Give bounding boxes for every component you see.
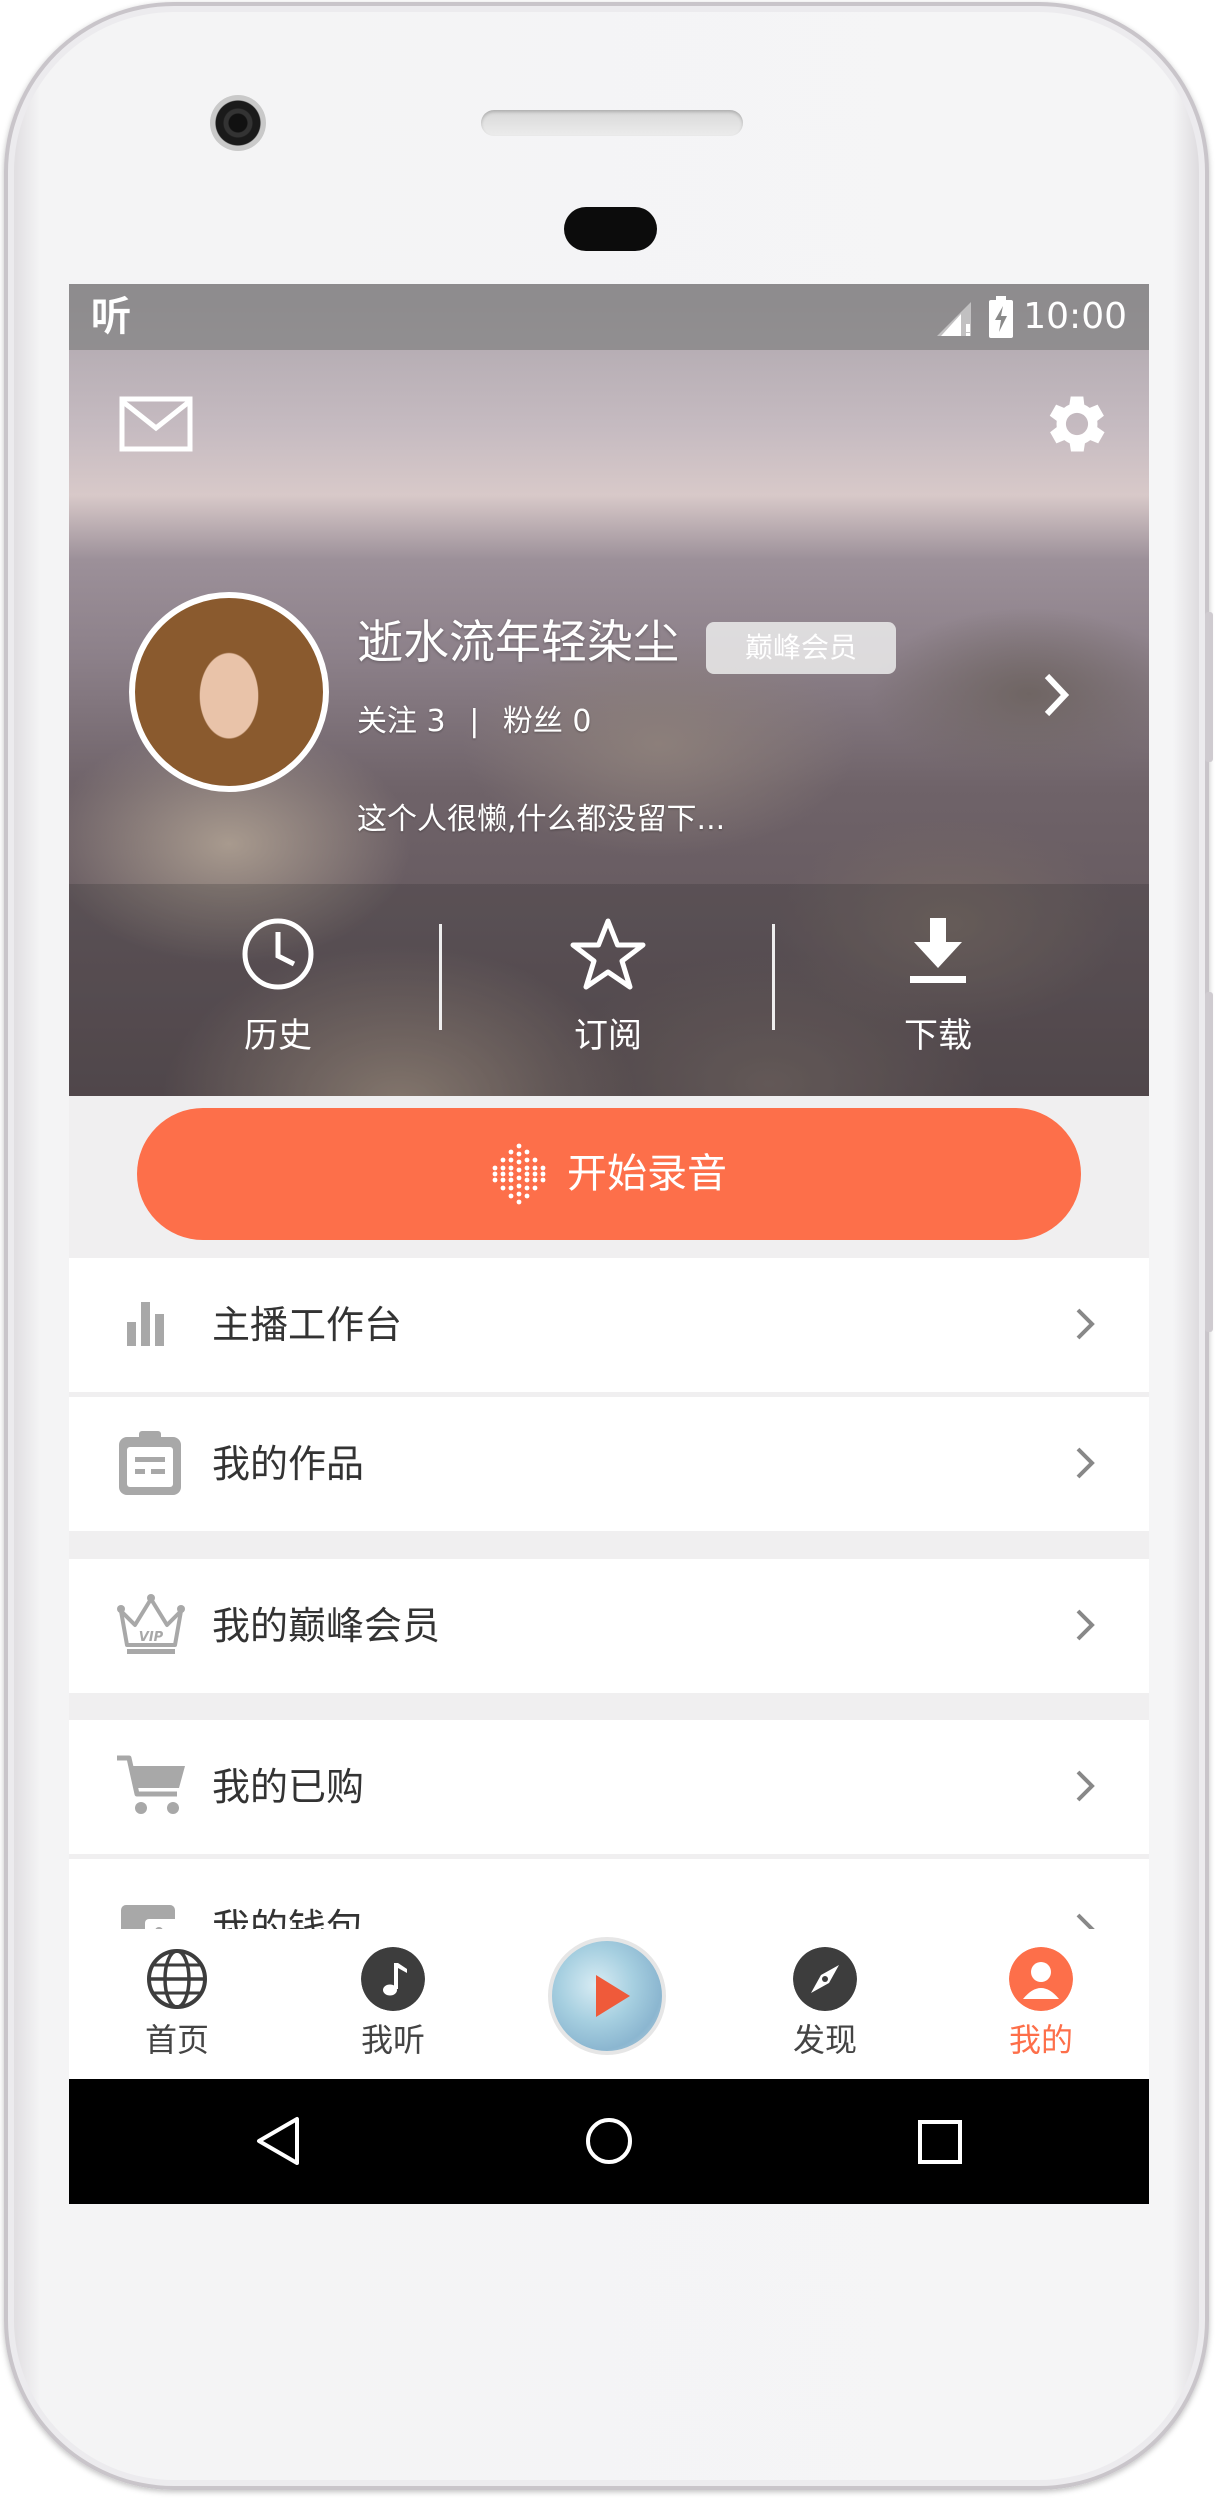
nav-tab-label: 我听 <box>360 2021 425 2059</box>
chevron-right-icon <box>1076 1609 1095 1641</box>
chevron-right-icon[interactable] <box>1039 670 1073 720</box>
home-icon[interactable] <box>583 2115 635 2167</box>
app-notification-glyph: 听 <box>91 294 131 340</box>
avatar[interactable] <box>129 592 329 792</box>
follow-label[interactable]: 关注 <box>357 704 417 739</box>
signal-icon <box>937 302 971 336</box>
recents-icon[interactable] <box>917 2119 963 2165</box>
system-navigation-bar <box>69 2079 1149 2204</box>
nav-tab-discover[interactable]: 发现 <box>717 1929 933 2079</box>
quick-action-download[interactable]: 下载 <box>775 884 1101 1096</box>
screen: 听 10:00 逝水流年轻染尘 巅峰会员 关注 3 | 粉丝 0 这个人很懒,什… <box>69 284 1149 2204</box>
profile-header: 听 10:00 逝水流年轻染尘 巅峰会员 关注 3 | 粉丝 0 这个人很懒,什… <box>69 284 1149 1096</box>
profile-bio: 这个人很懒,什么都没留下... <box>357 802 726 837</box>
quick-action-label: 历史 <box>244 1016 312 1056</box>
svg-text:VIP: VIP <box>139 1630 164 1645</box>
nav-tab-mine[interactable]: 我的 <box>933 1929 1149 2079</box>
earpiece-speaker <box>481 110 743 136</box>
front-camera <box>210 95 266 151</box>
quick-action-label: 下载 <box>904 1016 972 1056</box>
stats-separator: | <box>469 704 480 739</box>
globe-icon <box>147 1949 207 2009</box>
cart-icon <box>117 1755 185 1814</box>
compass-icon <box>793 1947 857 2011</box>
vip-badge: 巅峰会员 <box>706 622 896 674</box>
play-disc-icon <box>596 1975 630 2017</box>
gear-icon[interactable] <box>1039 386 1115 462</box>
download-icon <box>910 918 966 983</box>
quick-action-history[interactable]: 历史 <box>115 884 441 1096</box>
follow-stats: 关注 3 | 粉丝 0 <box>357 702 591 742</box>
clipboard-icon <box>119 1431 181 1495</box>
menu-item-label: 我的作品 <box>212 1442 365 1486</box>
power-button <box>1205 612 1213 762</box>
nav-tab-listen[interactable]: 我听 <box>285 1929 501 2079</box>
fans-count[interactable]: 0 <box>572 704 591 739</box>
clock-icon <box>242 918 314 990</box>
now-playing-button[interactable] <box>548 1937 666 2055</box>
clock-time: 10:00 <box>1023 296 1127 337</box>
menu-item-my-works[interactable]: 我的作品 <box>69 1397 1149 1531</box>
volume-button <box>1205 992 1213 1332</box>
menu-item-label: 我的巅峰会员 <box>212 1604 441 1648</box>
nav-tab-label: 首页 <box>144 2021 209 2059</box>
follow-count[interactable]: 3 <box>427 704 446 739</box>
menu-item-label: 我的已购 <box>212 1765 365 1809</box>
proximity-sensor <box>564 207 657 251</box>
quick-action-label: 订阅 <box>574 1016 642 1056</box>
menu-item-anchor-workbench[interactable]: 主播工作台 <box>69 1258 1149 1392</box>
bottom-navigation: 首页 我听 发现 我的 <box>69 1929 1149 2079</box>
fans-label[interactable]: 粉丝 <box>503 704 563 739</box>
quick-action-subscribe[interactable]: 订阅 <box>445 884 771 1096</box>
battery-charging-icon <box>989 296 1013 338</box>
nav-tab-label: 我的 <box>1008 2021 1073 2059</box>
status-bar: 听 10:00 <box>69 284 1149 350</box>
menu-item-purchased[interactable]: 我的已购 <box>69 1720 1149 1854</box>
nav-tab-label: 发现 <box>792 2021 857 2059</box>
menu-item-vip-membership[interactable]: VIP 我的巅峰会员 <box>69 1559 1149 1693</box>
start-recording-button[interactable]: 开始录音 <box>137 1108 1081 1240</box>
chevron-right-icon <box>1076 1770 1095 1802</box>
phone-frame: 听 10:00 逝水流年轻染尘 巅峰会员 关注 3 | 粉丝 0 这个人很懒,什… <box>4 2 1213 2490</box>
nav-tab-home[interactable]: 首页 <box>69 1929 285 2079</box>
music-note-icon <box>361 1947 425 2011</box>
back-icon[interactable] <box>255 2115 301 2167</box>
divider <box>439 924 442 1030</box>
quick-actions-bar: 历史 订阅 下载 <box>69 884 1149 1096</box>
bar-chart-icon <box>127 1302 164 1346</box>
menu-item-label: 主播工作台 <box>212 1303 403 1347</box>
chevron-right-icon <box>1076 1447 1095 1479</box>
user-icon <box>1009 1947 1073 2011</box>
mail-icon[interactable] <box>119 396 193 452</box>
chevron-right-icon <box>1076 1308 1095 1340</box>
waveform-dots-icon <box>492 1143 546 1205</box>
start-recording-label: 开始录音 <box>567 1151 727 1197</box>
vip-crown-icon: VIP <box>117 1594 185 1654</box>
star-icon <box>570 918 646 990</box>
username: 逝水流年轻染尘 <box>357 615 679 669</box>
